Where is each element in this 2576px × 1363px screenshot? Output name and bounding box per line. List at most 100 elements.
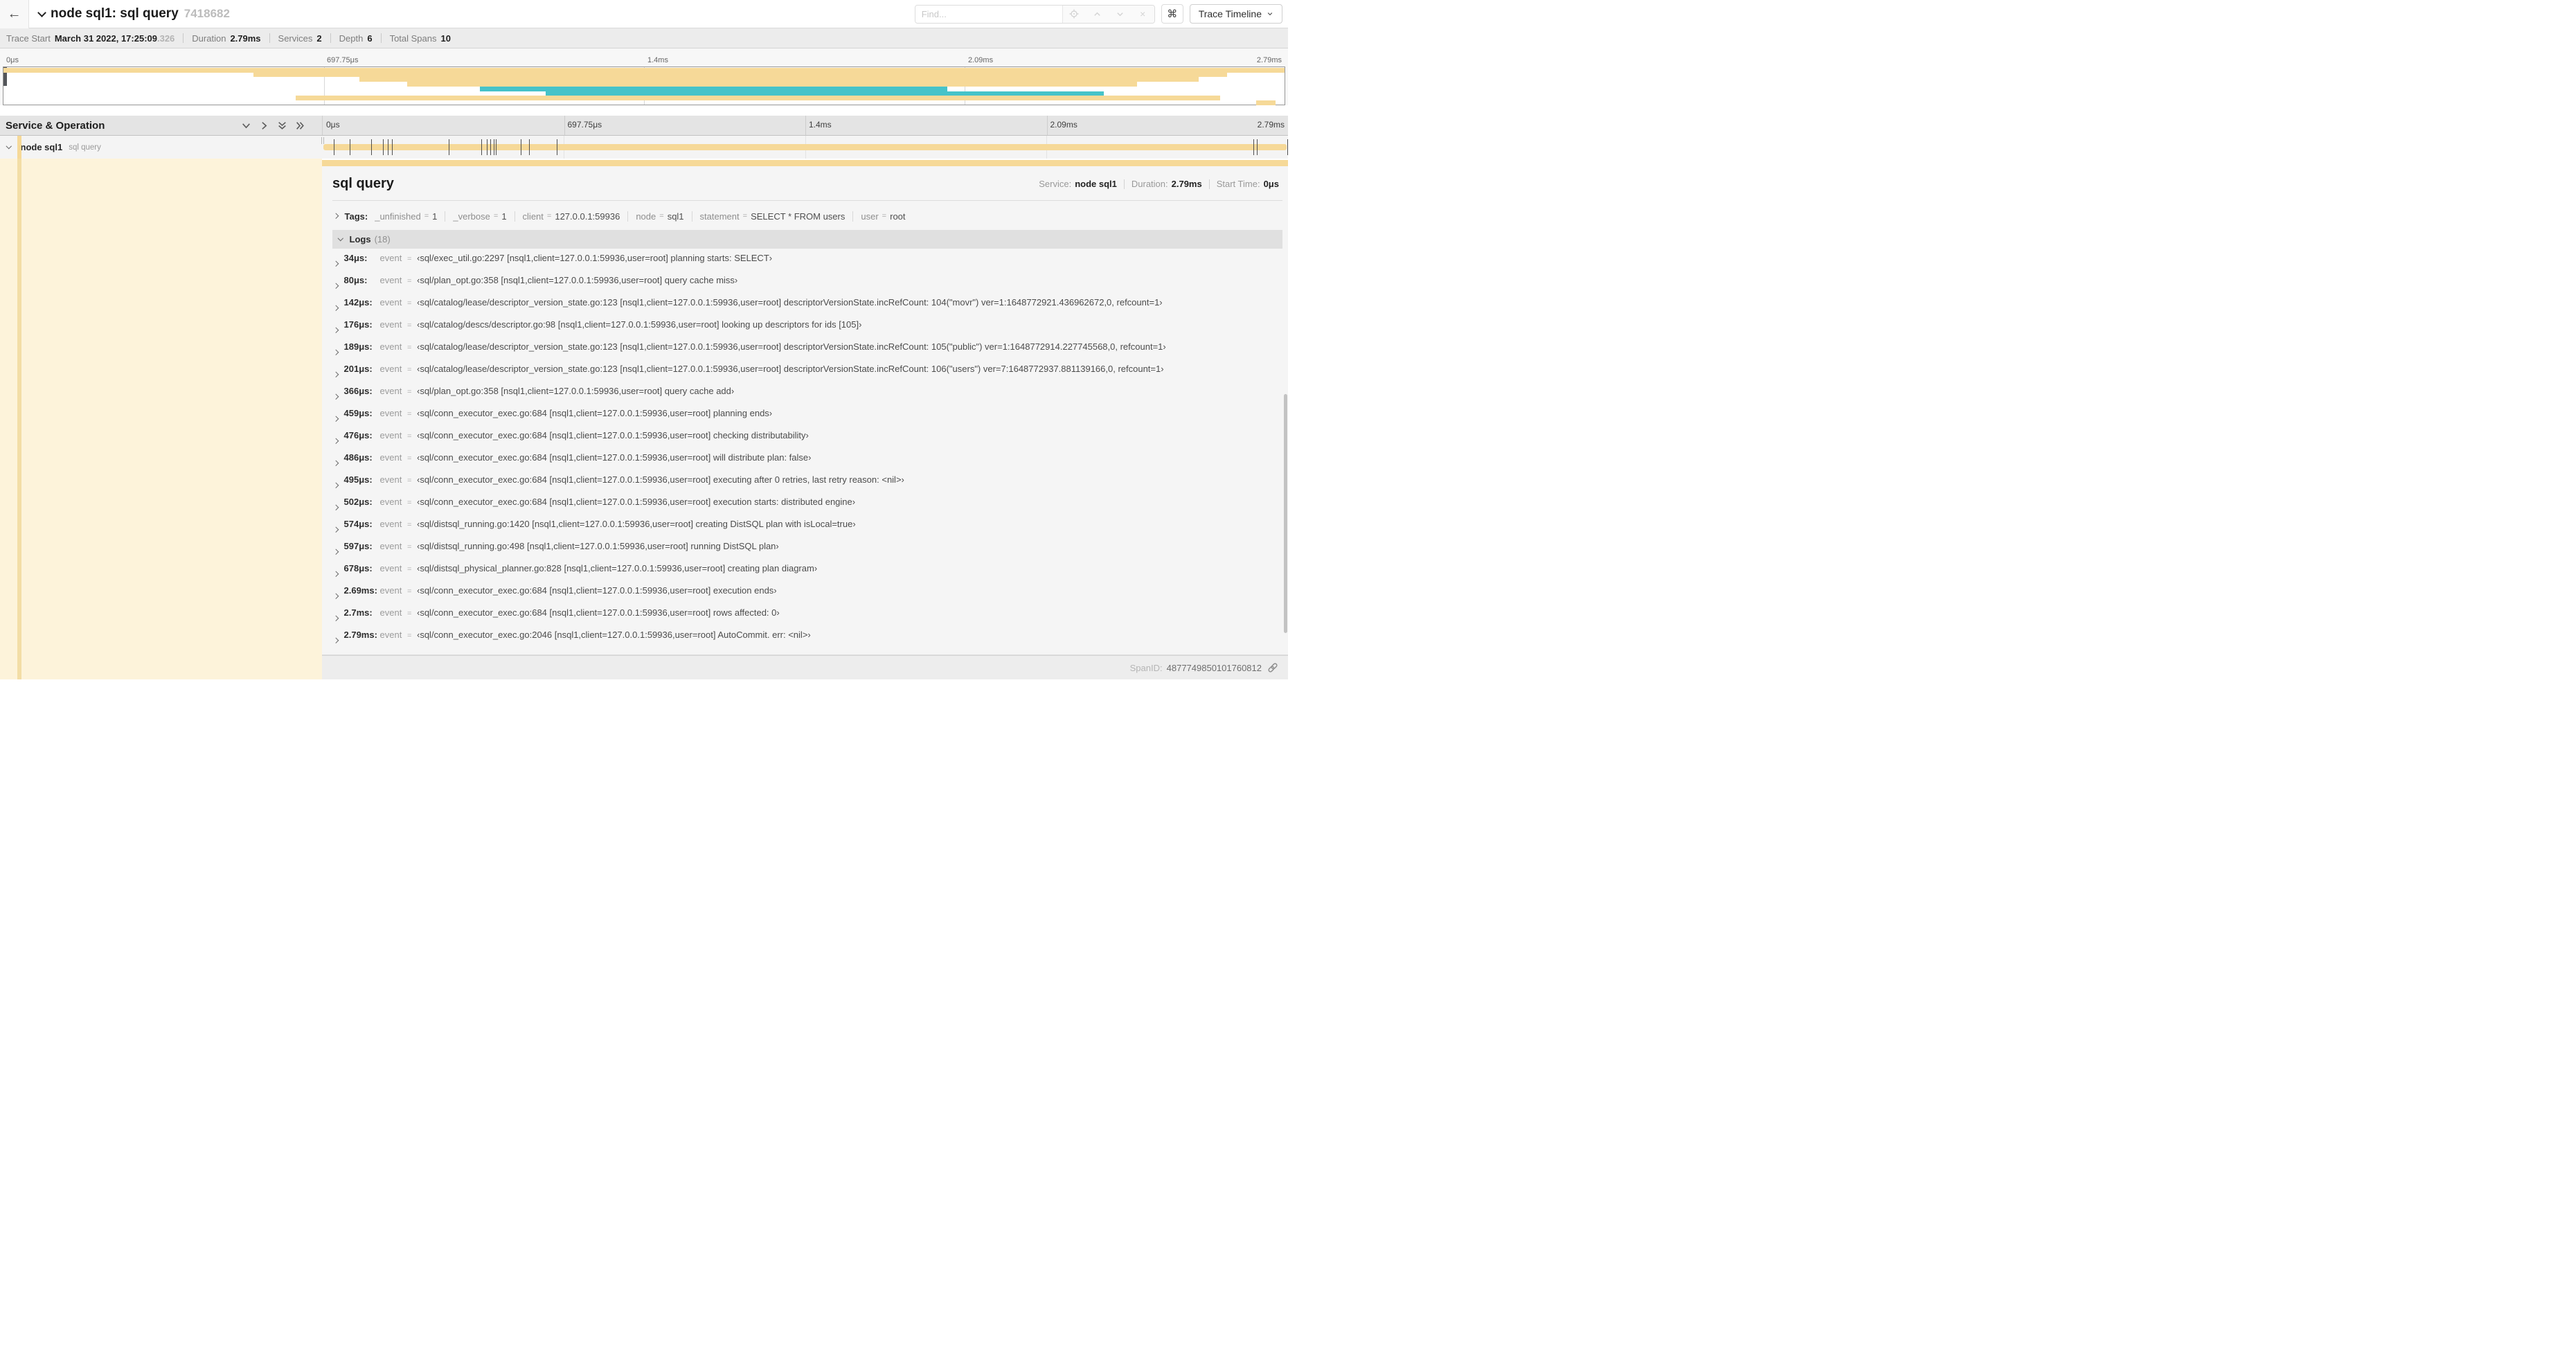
log-entry[interactable]: 201μs: event = ‹sql/catalog/lease/descri… — [332, 364, 1282, 386]
log-marker-tick[interactable] — [1287, 139, 1288, 155]
log-timestamp: 2.69ms: — [343, 585, 377, 596]
log-entry[interactable]: 502μs: event = ‹sql/conn_executor_exec.g… — [332, 497, 1282, 519]
log-entry[interactable]: 459μs: event = ‹sql/conn_executor_exec.g… — [332, 408, 1282, 430]
log-marker-tick[interactable] — [1253, 139, 1254, 155]
log-timestamp: 486μs: — [343, 452, 373, 463]
log-entry[interactable]: 495μs: event = ‹sql/conn_executor_exec.g… — [332, 474, 1282, 497]
tag-item[interactable]: user = root — [845, 211, 905, 222]
tags-label: Tags: — [344, 211, 368, 222]
equals-sign: = — [659, 212, 664, 220]
log-entry[interactable]: 476μs: event = ‹sql/conn_executor_exec.g… — [332, 430, 1282, 452]
log-field-value: ‹sql/conn_executor_exec.go:684 [nsql1,cl… — [417, 585, 777, 596]
summary-label: Depth — [339, 33, 364, 44]
log-entry[interactable]: 2.7ms: event = ‹sql/conn_executor_exec.g… — [332, 607, 1282, 630]
back-button[interactable]: ← — [0, 0, 29, 28]
log-entry[interactable]: 2.69ms: event = ‹sql/conn_executor_exec.… — [332, 585, 1282, 607]
log-entry[interactable]: 176μs: event = ‹sql/catalog/descs/descri… — [332, 319, 1282, 341]
log-entry[interactable]: 34μs: event = ‹sql/exec_util.go:2297 [ns… — [332, 253, 1282, 275]
summary-item: Depth 6 — [322, 33, 373, 44]
keyboard-shortcuts-button[interactable]: ⌘ — [1161, 4, 1183, 24]
log-field-value: ‹sql/plan_opt.go:358 [nsql1,client=127.0… — [417, 386, 735, 396]
log-marker-tick[interactable] — [528, 139, 530, 155]
log-marker-tick[interactable] — [1257, 139, 1258, 155]
expand-one-icon[interactable] — [259, 121, 269, 131]
equals-sign: = — [406, 388, 412, 396]
log-field-name: event — [379, 430, 402, 440]
log-field-value: ‹sql/catalog/descs/descriptor.go:98 [nsq… — [417, 319, 862, 330]
ruler-divider — [1046, 116, 1048, 135]
minimap-canvas[interactable] — [3, 66, 1285, 106]
logs-accordion-header[interactable]: Logs (18) — [332, 230, 1282, 249]
log-entry[interactable]: 597μs: event = ‹sql/distsql_running.go:4… — [332, 541, 1282, 563]
log-marker-tick[interactable] — [487, 139, 488, 155]
find-input[interactable] — [915, 5, 1062, 23]
meta-value: 2.79ms — [1171, 179, 1202, 189]
log-marker-tick[interactable] — [481, 139, 482, 155]
log-entry[interactable]: 2.79ms: event = ‹sql/conn_executor_exec.… — [332, 630, 1282, 652]
log-timestamp: 502μs: — [343, 497, 373, 507]
next-match-icon[interactable] — [1109, 6, 1132, 23]
log-entry[interactable]: 574μs: event = ‹sql/distsql_running.go:1… — [332, 519, 1282, 541]
trace-view-label: Trace Timeline — [1198, 8, 1262, 19]
log-marker-tick[interactable] — [496, 139, 497, 155]
log-entry[interactable]: 142μs: event = ‹sql/catalog/lease/descri… — [332, 297, 1282, 319]
log-marker-tick[interactable] — [490, 139, 491, 155]
log-marker-tick[interactable] — [383, 139, 384, 155]
ruler-divider — [564, 116, 565, 135]
ruler-tick-label: 2.79ms — [1257, 120, 1285, 130]
prev-match-icon[interactable] — [1086, 6, 1109, 23]
page-scrollbar[interactable] — [1284, 394, 1287, 633]
equals-sign: = — [493, 212, 499, 220]
trace-view-selector[interactable]: Trace Timeline — [1189, 4, 1282, 24]
trace-title-group[interactable]: node sql1: sql query 7418682 — [37, 6, 230, 21]
span-detail-card: sql query Service: node sql1 Duration: 2… — [322, 166, 1288, 655]
collapse-all-icon[interactable] — [277, 121, 287, 131]
selected-span-bar[interactable] — [322, 160, 1288, 166]
expand-all-icon[interactable] — [295, 121, 305, 131]
tags-accordion[interactable]: Tags: _unfinished = 1 _verbose = 1 clien… — [332, 208, 1282, 224]
tag-item[interactable]: node = sql1 — [620, 211, 683, 222]
chevron-right-icon — [332, 416, 339, 422]
tag-item[interactable]: client = 127.0.0.1:59936 — [507, 211, 620, 222]
tag-key: node — [636, 211, 656, 222]
log-marker-tick[interactable] — [391, 139, 393, 155]
ruler-tick-label: 1.4ms — [647, 56, 668, 64]
tag-item[interactable]: _unfinished = 1 — [375, 211, 437, 222]
span-row-name-cell[interactable]: node sql1 sql query — [0, 136, 322, 159]
log-field-value: ‹sql/conn_executor_exec.go:684 [nsql1,cl… — [417, 497, 856, 507]
tags-list: _unfinished = 1 _verbose = 1 client = 12… — [375, 211, 905, 222]
clear-search-icon[interactable]: × — [1132, 6, 1154, 23]
span-duration-bar[interactable] — [323, 144, 1287, 150]
header-controls: × ⌘ Trace Timeline — [914, 4, 1288, 24]
log-entry[interactable]: 486μs: event = ‹sql/conn_executor_exec.g… — [332, 452, 1282, 474]
summary-item: Total Spans 10 — [373, 33, 451, 44]
equals-sign: = — [406, 366, 412, 374]
log-field-name: event — [379, 630, 402, 640]
span-row-timeline — [322, 136, 1288, 159]
find-buttons: × — [1062, 5, 1154, 23]
deep-link-icon[interactable] — [1267, 662, 1278, 673]
chevron-right-icon — [332, 283, 339, 289]
summary-value: 10 — [440, 33, 451, 44]
log-field-value: ‹sql/conn_executor_exec.go:684 [nsql1,cl… — [417, 452, 812, 463]
log-field-name: event — [379, 585, 402, 596]
equals-sign: = — [406, 587, 412, 596]
log-marker-tick[interactable] — [371, 139, 372, 155]
log-entry[interactable]: 366μs: event = ‹sql/plan_opt.go:358 [nsq… — [332, 386, 1282, 408]
log-entry[interactable]: 189μs: event = ‹sql/catalog/lease/descri… — [332, 341, 1282, 364]
locate-icon[interactable] — [1063, 6, 1086, 23]
collapse-one-icon[interactable] — [241, 121, 251, 131]
meta-label: Duration: — [1131, 179, 1168, 189]
ruler-tick-label: 697.75μs — [327, 56, 359, 64]
span-detail-footer: SpanID: 4877749850101760812 — [322, 655, 1288, 679]
span-detail-area: sql query Service: node sql1 Duration: 2… — [0, 159, 1288, 679]
chevron-right-icon — [332, 638, 339, 643]
tag-item[interactable]: statement = SELECT * FROM users — [684, 211, 846, 222]
log-timestamp: 366μs: — [343, 386, 373, 396]
log-field-name: event — [379, 519, 402, 529]
chevron-right-icon — [332, 594, 339, 599]
tag-item[interactable]: _verbose = 1 — [437, 211, 506, 222]
log-entry[interactable]: 678μs: event = ‹sql/distsql_physical_pla… — [332, 563, 1282, 585]
log-field-value: ‹sql/catalog/lease/descriptor_version_st… — [417, 364, 1164, 374]
log-entry[interactable]: 80μs: event = ‹sql/plan_opt.go:358 [nsql… — [332, 275, 1282, 297]
